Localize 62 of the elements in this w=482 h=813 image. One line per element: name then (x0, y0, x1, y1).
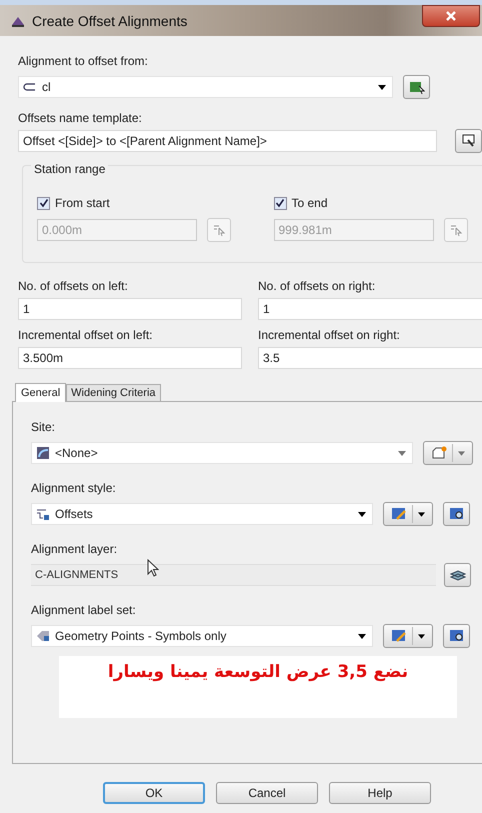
field-label: Alignment to offset from: (18, 54, 149, 69)
label-set-icon (36, 629, 50, 643)
field-label: Incremental offset on right: (258, 328, 401, 343)
style-icon (36, 507, 50, 521)
offset-field[interactable]: 3.500m (18, 347, 242, 369)
close-icon (445, 10, 457, 22)
close-button[interactable] (422, 5, 480, 27)
offset-field[interactable]: 3.5 (258, 347, 482, 369)
preview-icon (448, 629, 464, 643)
field-label: Alignment layer: (31, 542, 118, 557)
field-label: Alignment label set: (31, 603, 137, 618)
edit-style-icon (390, 629, 407, 643)
field-label: No. of offsets on right: (258, 279, 376, 294)
field-label: No. of offsets on left: (18, 279, 129, 294)
caret-icon (378, 84, 386, 90)
pick-station-button[interactable] (444, 218, 468, 242)
field-label: Offsets name template: (18, 111, 143, 126)
field-label: Site: (31, 420, 56, 435)
pick-alignment-icon (408, 80, 424, 94)
caret-icon (418, 634, 426, 638)
pick-station-icon (212, 223, 226, 237)
dropdown[interactable]: <None> (31, 442, 413, 464)
new-site-button[interactable] (423, 441, 473, 465)
edit-icon (462, 134, 476, 148)
edit-template-button[interactable] (455, 129, 482, 153)
annotation-text: نضع 3,5 عرض التوسعة يمينا ويسارا (108, 662, 408, 684)
caret-icon (458, 450, 466, 456)
caret-icon (358, 634, 366, 638)
window-title: Create Offset Alignments (32, 12, 188, 28)
new-site-icon (430, 446, 447, 460)
preview-button[interactable] (443, 502, 470, 526)
dialog-button[interactable]: Cancel (216, 782, 318, 804)
offset-field[interactable]: 1 (18, 298, 242, 320)
pick-station-icon (448, 223, 462, 237)
edit-style-icon (390, 507, 407, 521)
caret-icon (358, 512, 366, 516)
layers-icon (450, 568, 466, 582)
dropdown[interactable]: Geometry Points - Symbols only (31, 625, 373, 647)
preview-button[interactable] (443, 624, 470, 648)
caret-icon (398, 450, 406, 456)
group-title: Station range (31, 162, 108, 176)
dialog-button[interactable]: OK (103, 782, 205, 804)
tab[interactable]: General (15, 383, 66, 402)
dropdown[interactable]: Offsets (31, 503, 373, 525)
edit-style-button[interactable] (383, 502, 433, 526)
template-field[interactable]: Offset <[Side]> to <[Parent Alignment Name]> (18, 130, 437, 152)
checkbox-label: To end (292, 196, 328, 210)
tab[interactable]: Widening Criteria (66, 384, 161, 401)
mouse-pointer-icon (147, 559, 159, 577)
caret-icon (418, 512, 426, 516)
layer-button[interactable] (444, 563, 471, 587)
offset-field[interactable]: 1 (258, 298, 482, 320)
dialog-button[interactable]: Help (329, 782, 431, 804)
field-label: Incremental offset on left: (18, 328, 154, 343)
field-label: Alignment style: (31, 481, 117, 496)
alignment-dropdown[interactable]: cl (18, 76, 393, 98)
pick-station-button[interactable] (207, 218, 231, 242)
checkbox-label: From start (55, 196, 110, 210)
preview-icon (448, 507, 464, 521)
site-icon (36, 446, 50, 460)
edit-style-button[interactable] (383, 624, 433, 648)
pick-button[interactable] (403, 75, 430, 99)
